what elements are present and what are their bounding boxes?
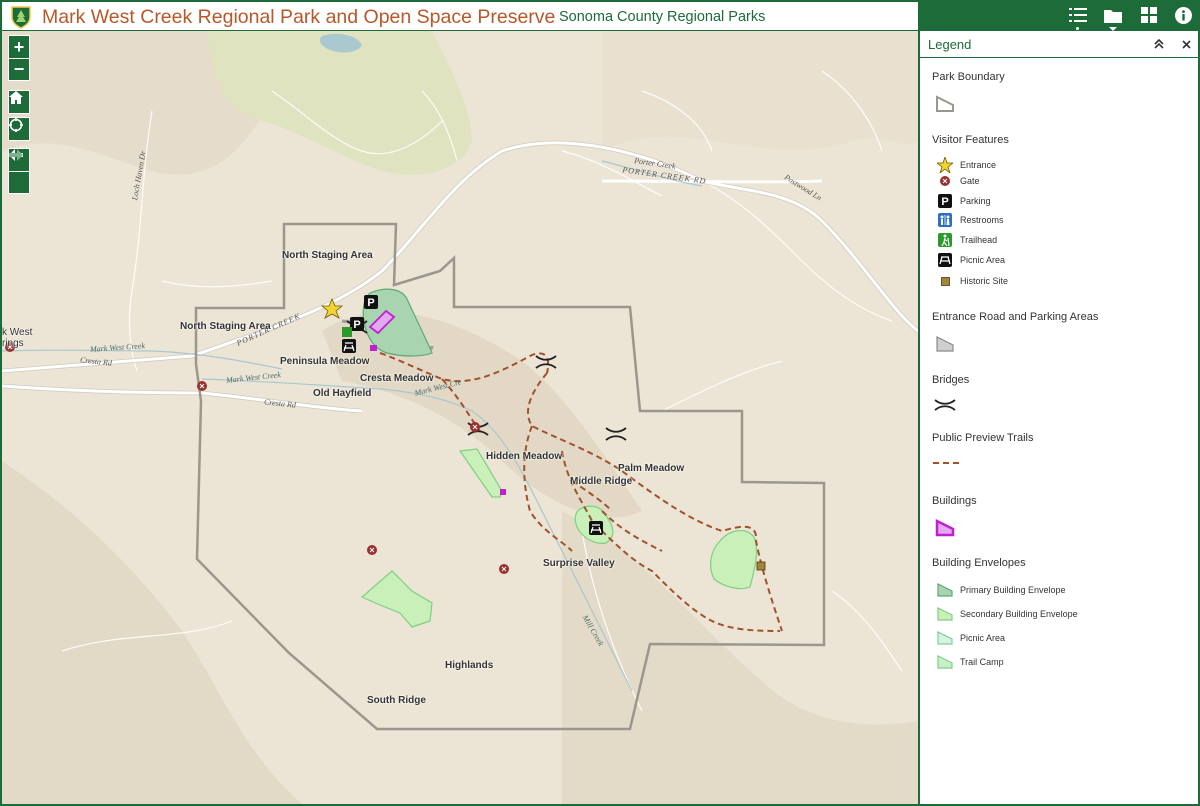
legend-section-title: Bridges (932, 374, 970, 386)
legend-panel: Legend Park Boundary Visitor Features En… (919, 31, 1199, 804)
info-icon (1174, 6, 1192, 24)
close-panel-button[interactable] (1178, 36, 1194, 52)
area-label: Peninsula Meadow (280, 356, 370, 367)
app-window: Mark West Creek Regional Park and Open S… (0, 0, 1200, 806)
area-label: Surprise Valley (543, 558, 615, 569)
legend-section-title: Buildings (932, 495, 977, 507)
legend-title: Legend (928, 37, 972, 52)
legend-item-picnic-area: Picnic Area (936, 252, 1005, 268)
trail-swatch (933, 462, 959, 464)
legend-item-trail-camp: Trail Camp (936, 654, 1004, 670)
legend-button[interactable] (1101, 3, 1125, 31)
area-label: Middle Ridge (570, 476, 633, 487)
park-boundary-swatch (936, 95, 954, 112)
folder-icon (1104, 9, 1122, 23)
locate-button[interactable] (9, 118, 29, 140)
history-controls (8, 148, 30, 194)
area-label: South Ridge (367, 695, 426, 706)
zoom-in-button[interactable]: + (9, 36, 29, 58)
layer-list-icon (1069, 8, 1087, 22)
legend-item-primary-envelope: Primary Building Envelope (936, 582, 1066, 598)
svg-text:P: P (353, 319, 360, 331)
close-icon (1181, 39, 1191, 49)
area-label: Palm Meadow (618, 463, 685, 474)
app-title: Mark West Creek Regional Park and Open S… (42, 6, 556, 28)
parking-icon: P (938, 194, 952, 208)
collapse-panel-button[interactable] (1151, 36, 1167, 52)
locate-icon (9, 118, 23, 132)
edge-label: rings (2, 338, 24, 349)
trail-camp-swatch (937, 655, 953, 669)
map-view[interactable]: P P North Staging Area North Staging Are… (2, 31, 918, 804)
legend-item-trailhead: Trailhead (936, 232, 997, 248)
basemap-button[interactable] (1137, 3, 1161, 27)
historic-site-icon (756, 561, 766, 571)
building (370, 345, 377, 351)
historic-site-icon (940, 276, 950, 286)
legend-item-parking: P Parking (936, 193, 991, 209)
arrow-right-icon (9, 149, 23, 161)
grid-icon (1141, 7, 1157, 23)
gate-icon (940, 176, 950, 186)
home-button[interactable] (9, 91, 29, 113)
zoom-controls: + − (8, 35, 30, 81)
locate-control (8, 117, 30, 141)
building-swatch (935, 519, 955, 537)
primary-envelope-swatch (937, 583, 953, 597)
trailhead-icon (342, 327, 352, 337)
star-icon (937, 157, 953, 173)
legend-section-title: Visitor Features (932, 134, 1009, 146)
edge-label: k West (2, 327, 33, 338)
park-logo-icon (11, 6, 31, 29)
app-header: Mark West Creek Regional Park and Open S… (0, 0, 1200, 31)
secondary-envelope-swatch (937, 607, 953, 621)
picnic-envelope-swatch (937, 631, 953, 645)
legend-header: Legend (920, 31, 1199, 58)
title-bar: Mark West Creek Regional Park and Open S… (2, 2, 918, 30)
picnic-table-icon (938, 253, 952, 267)
picnic-icon (589, 521, 603, 535)
app-subtitle: Sonoma County Regional Parks (559, 9, 766, 25)
picnic-icon (342, 339, 356, 353)
area-label: Highlands (445, 660, 494, 671)
parking-icon: P (364, 295, 378, 309)
bridge-icon (934, 399, 956, 411)
svg-text:P: P (941, 196, 948, 208)
legend-item-gate: Gate (936, 173, 980, 189)
area-label: Old Hayfield (313, 388, 372, 399)
active-indicator (1076, 27, 1079, 30)
legend-item-entrance: Entrance (936, 157, 996, 173)
area-label: Cresta Meadow (360, 373, 434, 384)
area-label: North Staging Area (282, 250, 373, 261)
legend-item-secondary-envelope: Secondary Building Envelope (936, 606, 1078, 622)
legend-item-restrooms: Restrooms (936, 212, 1004, 228)
legend-section-title: Public Preview Trails (932, 432, 1034, 444)
legend-section-title: Entrance Road and Parking Areas (932, 311, 1099, 323)
parking-icon: P (350, 317, 364, 331)
legend-section-title: Building Envelopes (932, 557, 1026, 569)
area-label: Hidden Meadow (486, 451, 563, 462)
building (500, 489, 506, 495)
map-canvas[interactable]: P P (2, 31, 918, 804)
about-button[interactable] (1171, 3, 1195, 27)
layer-list-button[interactable] (1066, 3, 1090, 30)
hiker-icon (938, 233, 952, 247)
chevron-double-up-icon (1154, 39, 1164, 49)
svg-text:P: P (367, 297, 374, 309)
next-extent-button[interactable] (9, 149, 29, 193)
entrance-road-swatch (936, 336, 954, 352)
zoom-out-button[interactable]: − (9, 58, 29, 80)
home-icon (9, 91, 23, 104)
legend-item-picnic-envelope: Picnic Area (936, 630, 1005, 646)
legend-item-historic-site: Historic Site (936, 273, 1008, 289)
home-control (8, 90, 30, 114)
legend-section-title: Park Boundary (932, 71, 1005, 83)
restroom-icon (938, 213, 952, 227)
